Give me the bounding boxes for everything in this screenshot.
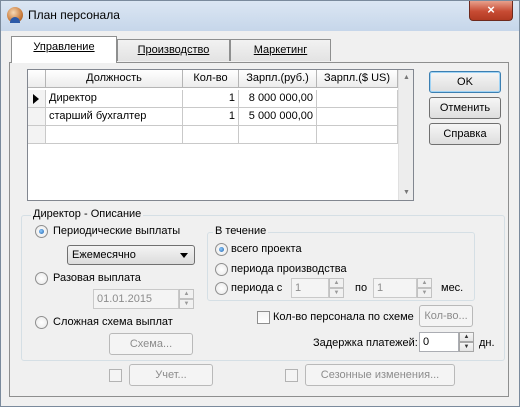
scheme-button[interactable]: Схема...: [109, 333, 193, 355]
spinner-up-icon[interactable]: ▲: [329, 278, 344, 288]
seasonal-changes-checkbox[interactable]: [285, 369, 298, 382]
payment-frequency-select[interactable]: Ежемесячно: [67, 245, 195, 265]
payment-delay-field[interactable]: 0: [419, 332, 459, 352]
personnel-plan-window: План персонала × Управление Производство…: [0, 0, 520, 407]
cancel-button[interactable]: Отменить: [429, 97, 501, 119]
whole-project-radio[interactable]: [215, 243, 228, 256]
period-to-label: по: [355, 282, 368, 294]
table-row[interactable]: старший бухгалтер 1 5 000 000,00: [28, 108, 398, 126]
tab-production-label: Производство: [137, 44, 210, 56]
period-group-label: В течение: [213, 225, 269, 237]
cell-salary-rub[interactable]: [239, 126, 317, 144]
staff-count-button[interactable]: Кол-во...: [419, 305, 473, 327]
cell-position[interactable]: Директор: [46, 90, 183, 108]
date-spinner[interactable]: ▲ ▼: [179, 289, 194, 309]
period-to-field[interactable]: 1: [373, 278, 417, 298]
one-time-date-value: 01.01.2015: [97, 293, 153, 305]
accounting-checkbox[interactable]: [109, 369, 122, 382]
table-row[interactable]: Директор 1 8 000 000,00: [28, 90, 398, 108]
periodic-payments-label: Периодические выплаты: [53, 225, 181, 237]
months-label: мес.: [441, 282, 464, 294]
staff-by-scheme-checkbox[interactable]: [257, 311, 270, 324]
chevron-down-icon: [180, 253, 188, 258]
cell-count[interactable]: 1: [183, 90, 239, 108]
spinner-up-icon[interactable]: ▲: [179, 289, 194, 299]
one-time-payment-radio[interactable]: [35, 272, 48, 285]
cell-count[interactable]: 1: [183, 108, 239, 126]
triangle-down-icon[interactable]: ▼: [399, 185, 414, 200]
period-to-value: 1: [377, 282, 384, 294]
cell-salary-usd[interactable]: [317, 90, 398, 108]
close-icon: ×: [487, 2, 495, 17]
column-header-position[interactable]: Должность: [46, 70, 183, 88]
spinner-down-icon[interactable]: ▼: [329, 288, 344, 298]
table-row-new[interactable]: [28, 126, 398, 144]
spinner-down-icon[interactable]: ▼: [417, 288, 432, 298]
title-bar[interactable]: План персонала ×: [1, 1, 519, 31]
one-time-payment-label: Разовая выплата: [53, 272, 141, 284]
payment-delay-label: Задержка платежей:: [313, 337, 418, 349]
tab-management[interactable]: Управление: [11, 36, 117, 63]
period-to-spinner[interactable]: ▲ ▼: [417, 278, 432, 298]
complex-scheme-radio[interactable]: [35, 316, 48, 329]
one-time-date-field[interactable]: 01.01.2015: [93, 289, 179, 309]
dialog-body: Управление Производство Маркетинг Должно…: [9, 31, 512, 400]
row-indicator[interactable]: [28, 108, 46, 126]
cell-salary-usd[interactable]: [317, 108, 398, 126]
ok-button[interactable]: OK: [429, 71, 501, 93]
tab-production[interactable]: Производство: [117, 39, 230, 61]
cell-salary-rub[interactable]: 5 000 000,00: [239, 108, 317, 126]
tab-management-label: Управление: [33, 41, 95, 53]
column-header-count[interactable]: Кол-во: [183, 70, 239, 88]
custom-period-radio[interactable]: [215, 282, 228, 295]
window-title: План персонала: [28, 8, 120, 22]
triangle-up-icon[interactable]: ▲: [399, 70, 414, 85]
spinner-up-icon[interactable]: ▲: [459, 332, 474, 342]
periodic-payments-radio[interactable]: [35, 225, 48, 238]
production-period-radio[interactable]: [215, 263, 228, 276]
row-indicator[interactable]: [28, 126, 46, 144]
personnel-app-icon: [7, 7, 23, 23]
row-indicator[interactable]: [28, 90, 46, 108]
column-header-salary-usd[interactable]: Зарпл.($ US): [317, 70, 398, 88]
production-period-label: периода производства: [231, 263, 347, 275]
grid-vertical-scrollbar[interactable]: ▲ ▼: [398, 70, 413, 200]
tab-marketing[interactable]: Маркетинг: [230, 39, 331, 61]
period-from-spinner[interactable]: ▲ ▼: [329, 278, 344, 298]
cell-position[interactable]: старший бухгалтер: [46, 108, 183, 126]
spinner-down-icon[interactable]: ▼: [459, 342, 474, 352]
cell-salary-usd[interactable]: [317, 126, 398, 144]
cell-salary-rub[interactable]: 8 000 000,00: [239, 90, 317, 108]
whole-project-label: всего проекта: [231, 243, 302, 255]
description-group-label: Директор - Описание: [31, 208, 144, 220]
current-row-arrow-icon: [33, 94, 39, 104]
payment-delay-value: 0: [423, 336, 430, 348]
period-from-field[interactable]: 1: [291, 278, 329, 298]
payment-delay-unit: дн.: [479, 337, 495, 349]
staff-grid[interactable]: Должность Кол-во Зарпл.(руб.) Зарпл.($ U…: [27, 69, 414, 201]
custom-period-label: периода с: [231, 282, 283, 294]
tab-marketing-label: Маркетинг: [253, 44, 308, 56]
accounting-button[interactable]: Учет...: [129, 364, 213, 386]
header-indicator: [28, 70, 46, 88]
period-from-value: 1: [295, 282, 302, 294]
payment-delay-spinner[interactable]: ▲ ▼: [459, 332, 474, 352]
cell-count[interactable]: [183, 126, 239, 144]
cell-position[interactable]: [46, 126, 183, 144]
grid-header: Должность Кол-во Зарпл.(руб.) Зарпл.($ U…: [28, 70, 398, 88]
column-header-salary-rub[interactable]: Зарпл.(руб.): [239, 70, 317, 88]
close-button[interactable]: ×: [469, 1, 513, 21]
complex-scheme-label: Сложная схема выплат: [53, 316, 173, 328]
payment-frequency-value: Ежемесячно: [72, 249, 136, 261]
staff-by-scheme-label: Кол-во персонала по схеме: [273, 311, 414, 323]
spinner-up-icon[interactable]: ▲: [417, 278, 432, 288]
help-button[interactable]: Справка: [429, 123, 501, 145]
seasonal-changes-button[interactable]: Сезонные изменения...: [305, 364, 455, 386]
spinner-down-icon[interactable]: ▼: [179, 299, 194, 309]
